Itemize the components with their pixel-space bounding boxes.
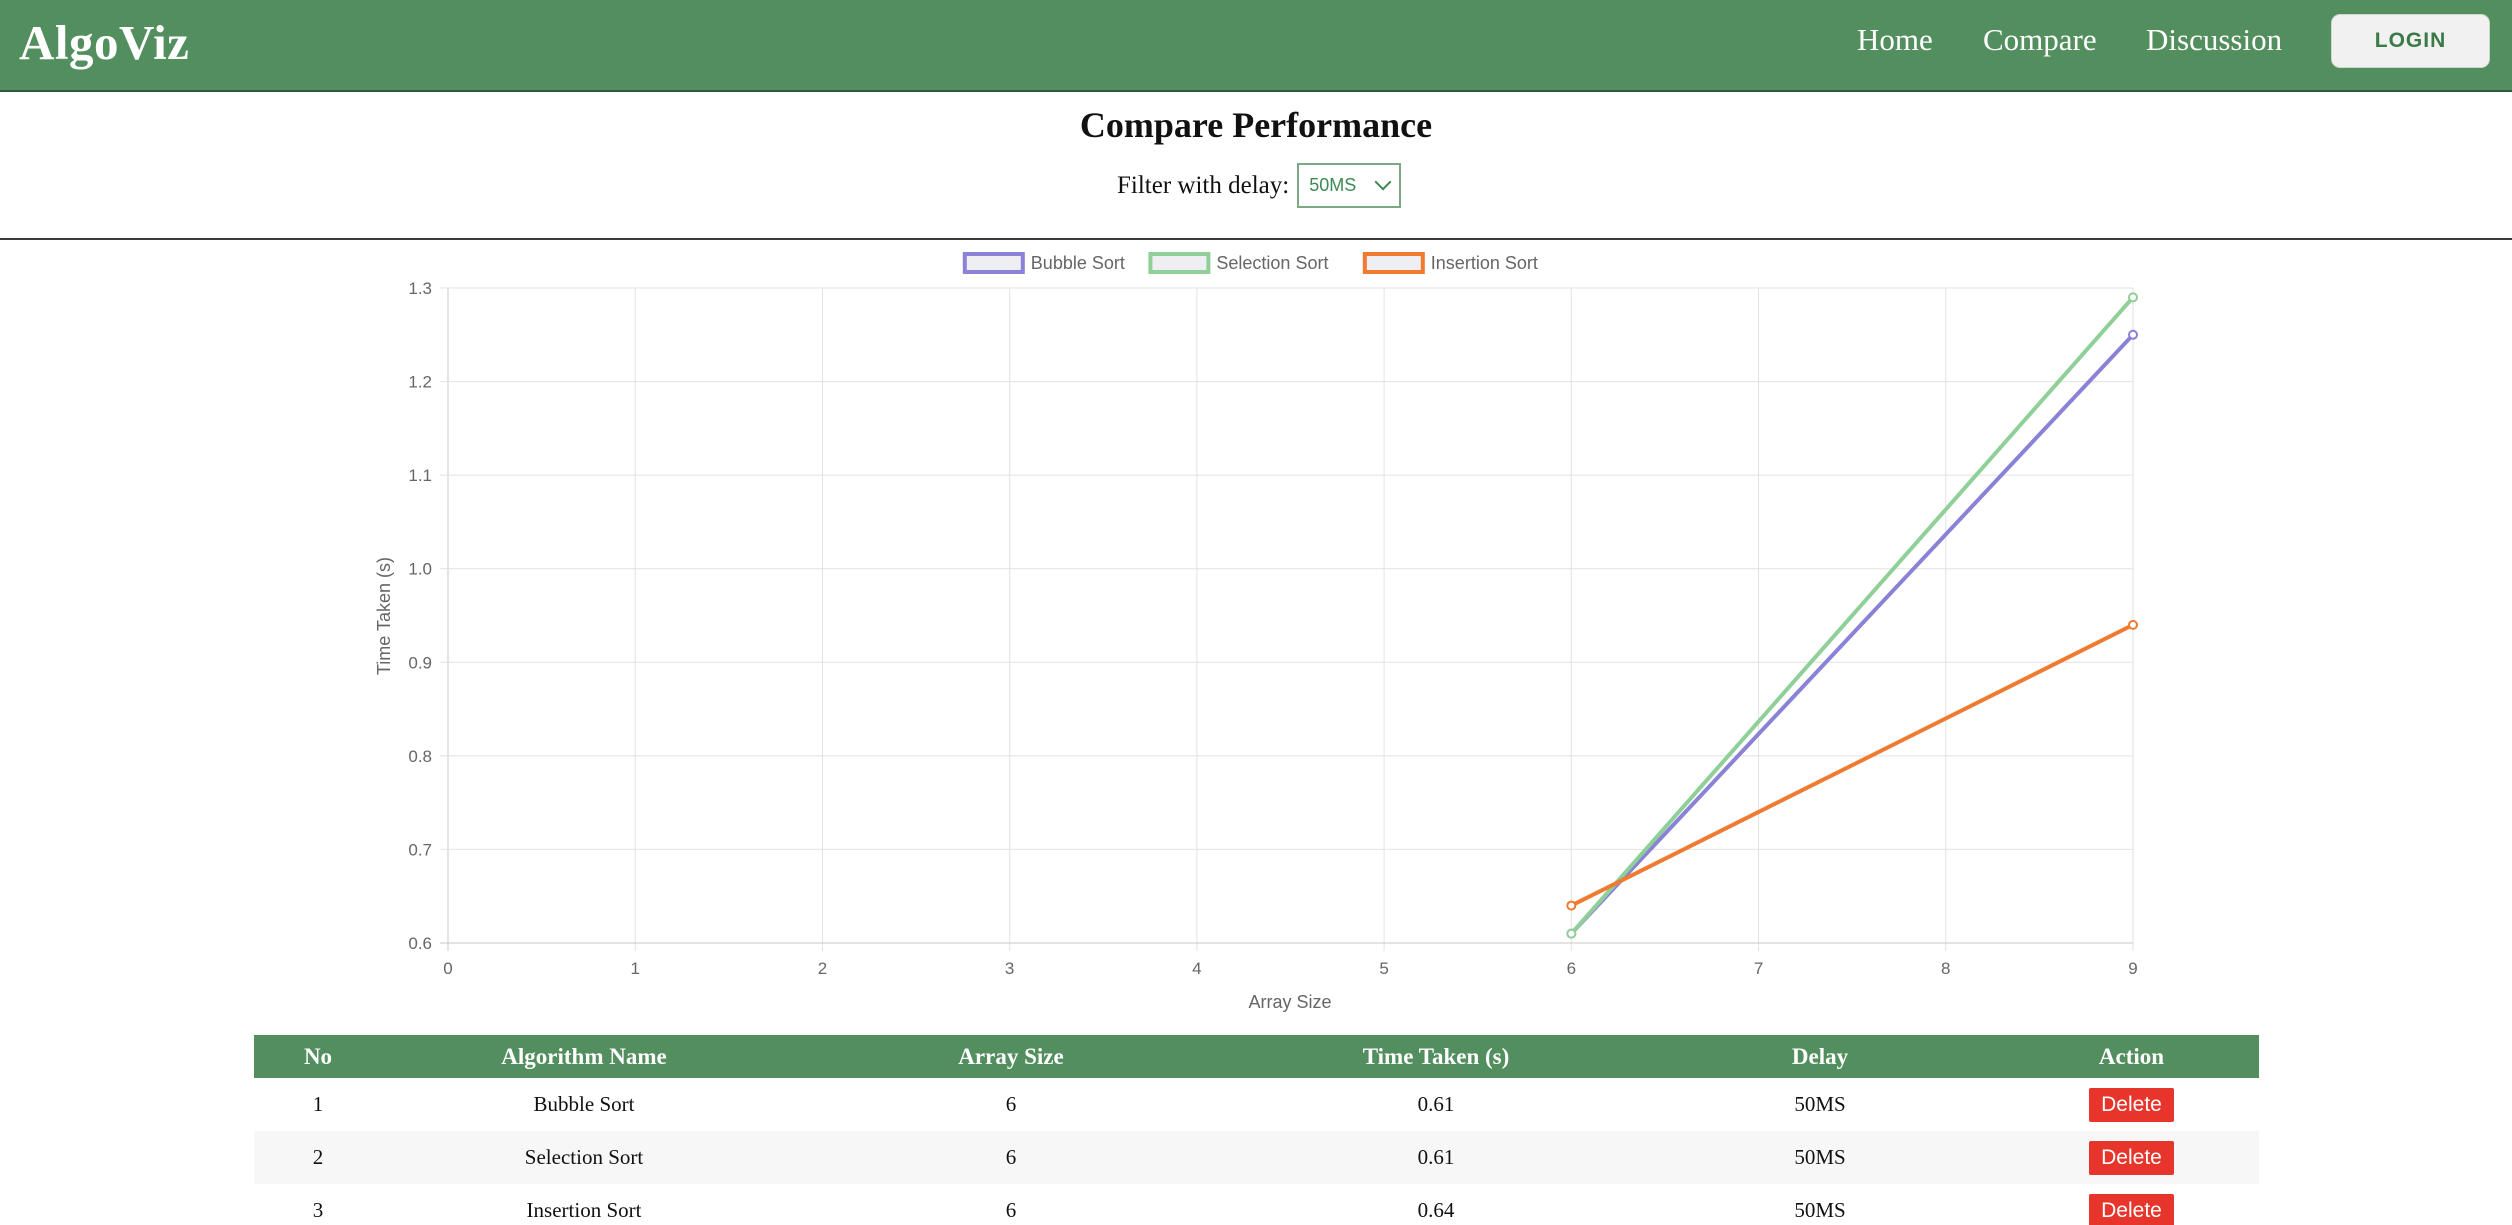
delay-select[interactable]: 50MS [1297, 163, 1402, 208]
performance-chart: Bubble Sort Selection Sort Insertion Sort … [374, 252, 2138, 1012]
x-axis-label: Array Size [1248, 992, 1331, 1012]
data-point-insertion-sort [2128, 619, 2138, 630]
legend-swatch [1148, 252, 1211, 274]
legend-label: Bubble Sort [1031, 253, 1125, 273]
cell-action: Delete [2004, 1184, 2259, 1225]
x-tick-label: 6 [1567, 959, 1576, 978]
y-tick-label: 0.7 [408, 840, 432, 859]
y-tick-label: 0.8 [408, 747, 432, 766]
header-algorithm-name: Algorithm Name [382, 1035, 786, 1078]
brand-logo[interactable]: AlgoViz [19, 14, 189, 71]
data-point-insertion-sort [1566, 900, 1577, 911]
cell-algorithm-name: Bubble Sort [533, 1092, 635, 1116]
y-tick-label: 1.1 [408, 466, 432, 485]
cell-array-size: 6 [1005, 1092, 1017, 1116]
cell-time-taken: 0.64 [1417, 1198, 1455, 1222]
x-tick-label: 1 [630, 959, 639, 978]
x-tick-label: 3 [1005, 959, 1014, 978]
legend-label: Insertion Sort [1431, 253, 1538, 273]
table-row: 1 Bubble Sort 6 0.61 50MS Delete [254, 1078, 2259, 1131]
legend-item-selection-sort[interactable]: Selection Sort [1148, 252, 1328, 274]
x-tick-label: 8 [1941, 959, 1950, 978]
delay-select-value: 50MS [1309, 175, 1357, 195]
nav-link-discussion[interactable]: Discussion [2146, 22, 2282, 58]
header-array-size: Array Size [786, 1035, 1236, 1078]
legend-item-insertion-sort[interactable]: Insertion Sort [1362, 252, 1538, 274]
delete-button[interactable]: Delete [2089, 1087, 2174, 1122]
cell-time-taken: 0.61 [1236, 1131, 1636, 1184]
legend-item-bubble-sort[interactable]: Bubble Sort [962, 252, 1125, 274]
header-delay: Delay [1636, 1035, 2004, 1078]
x-axis-ticks: 0 1 2 3 4 5 6 7 8 9 [443, 959, 2137, 978]
x-tick-label: 4 [1192, 959, 1201, 978]
data-point-selection-sort [1566, 928, 1577, 939]
cell-array-size: 6 [786, 1131, 1236, 1184]
cell-no: 3 [312, 1198, 324, 1222]
delete-button[interactable]: Delete [2089, 1140, 2174, 1175]
legend-label: Selection Sort [1216, 253, 1328, 273]
x-tick-label: 5 [1379, 959, 1388, 978]
data-point-bubble-sort [2128, 329, 2138, 340]
chevron-down-icon [1374, 173, 1392, 191]
y-tick-label: 1.2 [408, 373, 432, 392]
x-tick-label: 7 [1754, 959, 1763, 978]
table-row: 2 Selection Sort 6 0.61 50MS Delete [254, 1131, 2259, 1184]
cell-action: Delete [2004, 1131, 2259, 1184]
y-tick-label: 0.9 [408, 653, 432, 672]
cell-no: 2 [254, 1131, 382, 1184]
cell-no: 1 [312, 1092, 324, 1116]
y-tick-label: 1.3 [408, 279, 432, 298]
cell-time-taken: 0.61 [1417, 1092, 1455, 1116]
x-tick-label: 0 [443, 959, 452, 978]
chart-grid [440, 287, 2134, 951]
y-axis-label: Time Taken (s) [374, 557, 394, 675]
y-axis-ticks: 0.6 0.7 0.8 0.9 1.0 1.1 1.2 1.3 [408, 279, 432, 953]
cell-delay: 50MS [1794, 1092, 1846, 1116]
cell-algorithm-name: Selection Sort [382, 1131, 786, 1184]
data-point-selection-sort [2128, 292, 2138, 303]
delete-button[interactable]: Delete [2089, 1193, 2174, 1225]
cell-delay: 50MS [1636, 1131, 2004, 1184]
cell-action: Delete [2004, 1078, 2259, 1131]
login-button[interactable]: LOGIN [2331, 14, 2490, 68]
table-row: 3 Insertion Sort 6 0.64 50MS Delete [254, 1184, 2259, 1225]
cell-algorithm-name: Insertion Sort [526, 1198, 642, 1222]
x-tick-label: 9 [2128, 959, 2137, 978]
results-table: No Algorithm Name Array Size Time Taken … [254, 1035, 2259, 1225]
legend-swatch [962, 252, 1025, 274]
y-tick-label: 1.0 [408, 560, 432, 579]
series-line-bubble-sort [1569, 333, 2135, 936]
x-tick-label: 2 [818, 959, 827, 978]
nav-link-compare[interactable]: Compare [1983, 22, 2097, 58]
delay-filter: Filter with delay: 50MS [1117, 163, 1402, 208]
series-line-selection-sort [1569, 296, 2135, 935]
cell-array-size: 6 [1005, 1198, 1017, 1222]
y-tick-label: 0.6 [408, 934, 432, 953]
filter-label: Filter with delay: [1117, 171, 1290, 199]
series-line-insertion-sort [1570, 623, 2134, 908]
table-header-row: No Algorithm Name Array Size Time Taken … [254, 1035, 2259, 1078]
cell-delay: 50MS [1794, 1198, 1846, 1222]
legend-swatch [1362, 252, 1425, 274]
chart-legend: Bubble Sort Selection Sort Insertion Sort [962, 252, 1538, 274]
header-no: No [254, 1035, 382, 1078]
header-time-taken: Time Taken (s) [1236, 1035, 1636, 1078]
nav-link-home[interactable]: Home [1857, 22, 1933, 58]
chart-series [1566, 292, 2138, 939]
page-title: Compare Performance [1079, 105, 1433, 145]
navbar: AlgoViz Home Compare Discussion LOGIN [0, 0, 2512, 92]
header-action: Action [2004, 1035, 2259, 1078]
